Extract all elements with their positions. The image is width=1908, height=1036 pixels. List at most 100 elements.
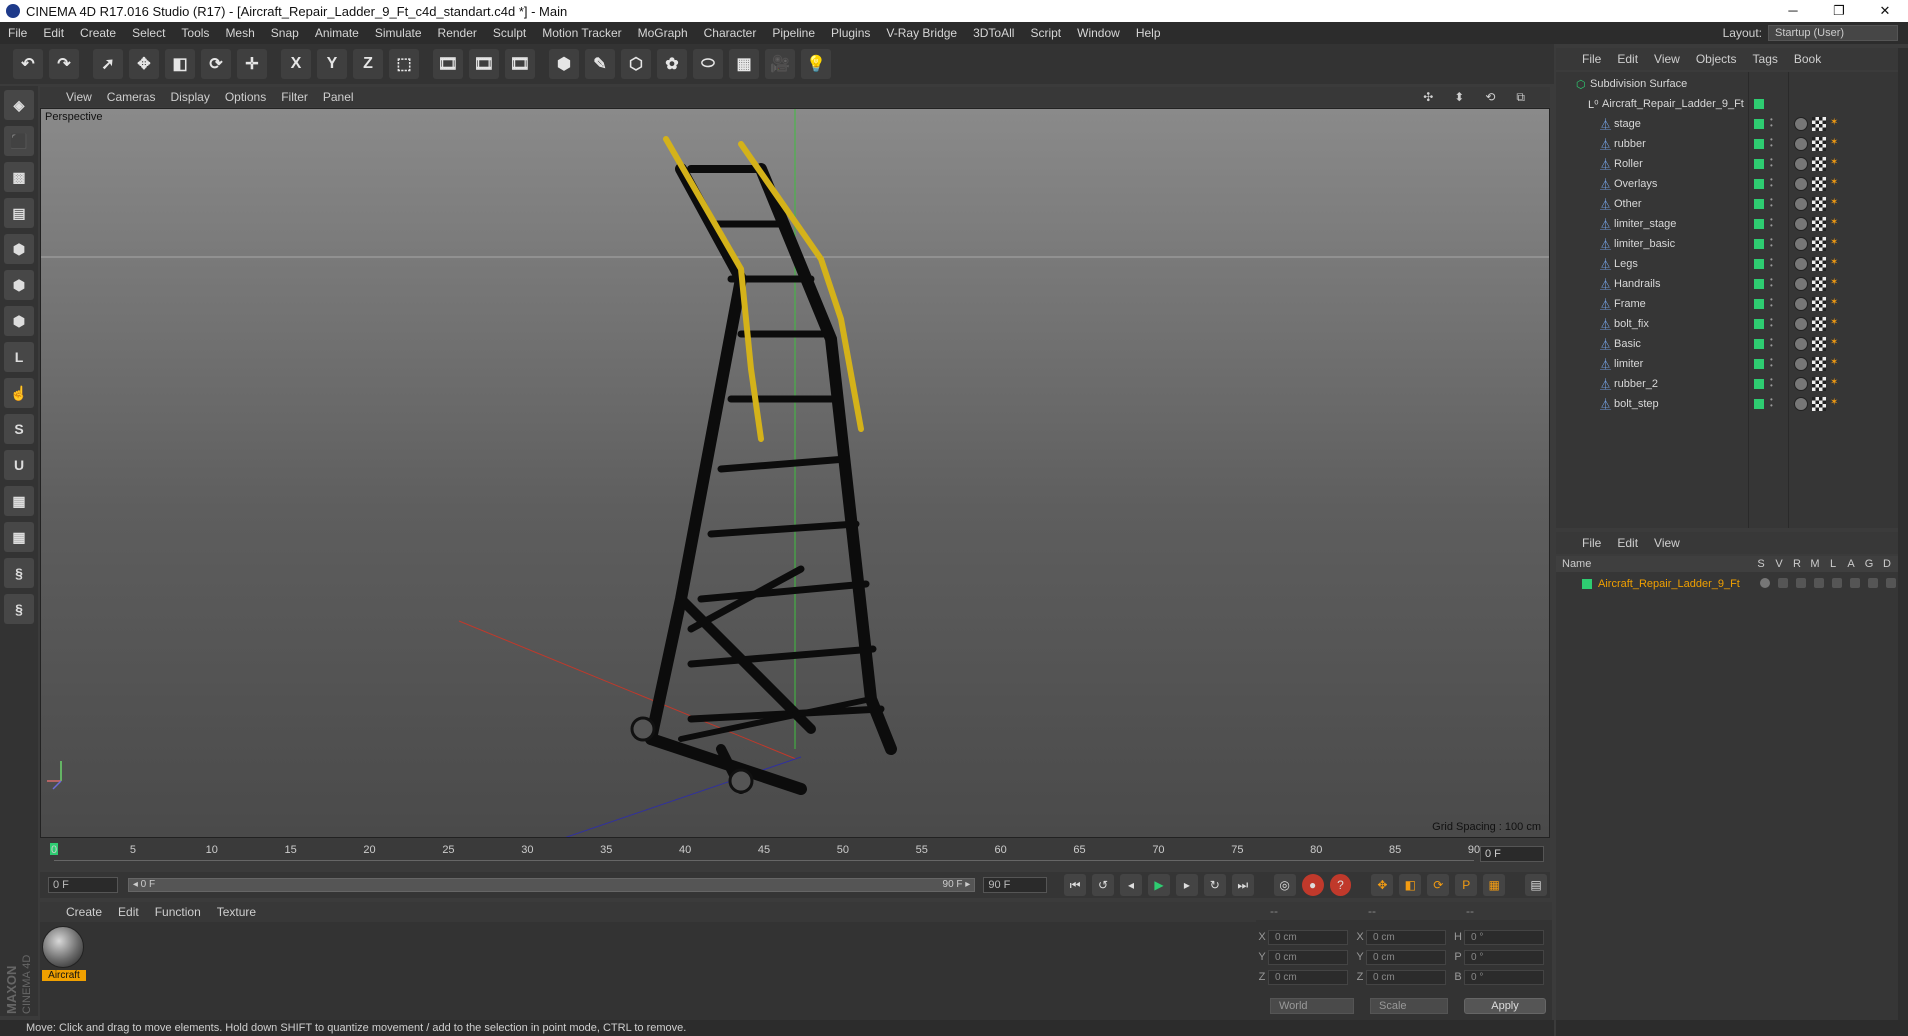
coord-transform-dropdown[interactable]: Scale xyxy=(1370,998,1448,1014)
cube-button[interactable]: ⬢ xyxy=(549,49,579,79)
object-row-legs[interactable]: ⏅ Legs • • ✶ xyxy=(1556,254,1898,274)
record-button[interactable]: ◎ xyxy=(1273,874,1296,896)
prev-frame-button[interactable]: ◂ xyxy=(1120,874,1142,896)
selection-tag-icon[interactable]: ✶ xyxy=(1830,237,1842,249)
texture-tag-icon[interactable] xyxy=(1812,357,1826,371)
selection-tag-icon[interactable]: ✶ xyxy=(1830,377,1842,389)
texture-tag-icon[interactable] xyxy=(1812,217,1826,231)
render-picture-button[interactable]: 🎞 xyxy=(469,49,499,79)
coord-size-field[interactable]: 0 cm xyxy=(1366,929,1446,945)
selection-tag-icon[interactable]: ✶ xyxy=(1830,317,1842,329)
material-tag-icon[interactable] xyxy=(1794,177,1808,191)
material-menu-function[interactable]: Function xyxy=(155,905,201,919)
frame-range-slider[interactable]: ◂ 0 F 90 F ▸ xyxy=(127,878,976,892)
menu-sculpt[interactable]: Sculpt xyxy=(485,26,534,40)
texture-mode-button[interactable]: ▩ xyxy=(4,162,34,192)
current-frame-field[interactable]: 0 F xyxy=(1480,846,1544,862)
viewport-menu-options[interactable]: Options xyxy=(225,90,266,104)
layer-column-name[interactable]: Name xyxy=(1556,558,1752,570)
object-menu-book[interactable]: Book xyxy=(1794,52,1821,66)
menu-v-ray-bridge[interactable]: V-Ray Bridge xyxy=(878,26,965,40)
x-axis-button[interactable]: X xyxy=(281,49,311,79)
menu-3dtoall[interactable]: 3DToAll xyxy=(965,26,1022,40)
menu-file[interactable]: File xyxy=(0,26,35,40)
object-row-limiter-stage[interactable]: ⏅ limiter_stage • • ✶ xyxy=(1556,214,1898,234)
layer-column-v[interactable]: V xyxy=(1770,558,1788,570)
object-row-bolt-fix[interactable]: ⏅ bolt_fix • • ✶ xyxy=(1556,314,1898,334)
viewport-menu-panel[interactable]: Panel xyxy=(323,90,354,104)
object-row-other[interactable]: ⏅ Other • • ✶ xyxy=(1556,194,1898,214)
selection-tag-icon[interactable]: ✶ xyxy=(1830,197,1842,209)
coord-rotation-field[interactable]: 0 ° xyxy=(1464,929,1544,945)
material-tag-icon[interactable] xyxy=(1794,317,1808,331)
menu-tools[interactable]: Tools xyxy=(173,26,217,40)
texture-tag-icon[interactable] xyxy=(1812,317,1826,331)
selection-tag-icon[interactable]: ✶ xyxy=(1830,357,1842,369)
viewport-nav-icon-1[interactable]: ⬍ xyxy=(1454,90,1464,105)
texture-tag-icon[interactable] xyxy=(1812,137,1826,151)
texture-tag-icon[interactable] xyxy=(1812,117,1826,131)
object-menu-objects[interactable]: Objects xyxy=(1696,52,1737,66)
coord-position-field[interactable]: 0 cm xyxy=(1268,929,1348,945)
visibility-dots[interactable]: • • xyxy=(1770,116,1776,130)
visibility-dots[interactable]: • • xyxy=(1770,276,1776,290)
sculpt-lock-button[interactable]: ▦ xyxy=(4,522,34,552)
viewport-menu-filter[interactable]: Filter xyxy=(281,90,308,104)
layer-toggle-icon[interactable] xyxy=(1850,578,1860,588)
layer-column-d[interactable]: D xyxy=(1878,558,1896,570)
viewport-nav-icon-3[interactable]: ⧉ xyxy=(1516,90,1525,105)
visibility-dots[interactable]: • • xyxy=(1770,156,1776,170)
model-mode-button[interactable]: ⬛ xyxy=(4,126,34,156)
prev-key-button[interactable]: ↺ xyxy=(1092,874,1115,896)
layer-row[interactable]: Aircraft_Repair_Ladder_9_Ft xyxy=(1556,574,1898,594)
menu-help[interactable]: Help xyxy=(1128,26,1169,40)
object-row-rubber[interactable]: ⏅ rubber • • ✶ xyxy=(1556,134,1898,154)
render-settings-button[interactable]: 🎞 xyxy=(505,49,535,79)
menu-plugins[interactable]: Plugins xyxy=(823,26,878,40)
layout-dropdown[interactable]: Startup (User) xyxy=(1768,25,1898,41)
pen-button[interactable]: ✎ xyxy=(585,49,615,79)
viewport-menu-view[interactable]: View xyxy=(66,90,92,104)
material-tag-icon[interactable] xyxy=(1794,217,1808,231)
object-row-limiter[interactable]: ⏅ limiter • • ✶ xyxy=(1556,354,1898,374)
object-row-group[interactable]: L⁰ Aircraft_Repair_Ladder_9_Ft xyxy=(1556,94,1898,114)
deformer-button[interactable]: ⬭ xyxy=(693,49,723,79)
menu-create[interactable]: Create xyxy=(72,26,124,40)
layer-toggle-icon[interactable] xyxy=(1832,578,1842,588)
texture-tag-icon[interactable] xyxy=(1812,237,1826,251)
viewport-menu-cameras[interactable]: Cameras xyxy=(107,90,156,104)
selection-tag-icon[interactable]: ✶ xyxy=(1830,117,1842,129)
move-button[interactable]: ✥ xyxy=(129,49,159,79)
layer-column-r[interactable]: R xyxy=(1788,558,1806,570)
light-button[interactable]: 💡 xyxy=(801,49,831,79)
next-frame-button[interactable]: ▸ xyxy=(1175,874,1198,896)
viewport-nav-icon-2[interactable]: ⟲ xyxy=(1485,90,1495,105)
make-editable-button[interactable]: ◈ xyxy=(4,90,34,120)
material-tag-icon[interactable] xyxy=(1794,257,1808,271)
material-tag-icon[interactable] xyxy=(1794,297,1808,311)
next-key-button[interactable]: ↻ xyxy=(1203,874,1226,896)
material-tag-icon[interactable] xyxy=(1794,397,1808,411)
coord-rotation-field[interactable]: 0 ° xyxy=(1464,949,1544,965)
coord-size-field[interactable]: 0 cm xyxy=(1366,949,1446,965)
material-tag-icon[interactable] xyxy=(1794,117,1808,131)
material-tag-icon[interactable] xyxy=(1794,237,1808,251)
floor-button[interactable]: ▦ xyxy=(729,49,759,79)
viewport-nav-icon-0[interactable]: ✣ xyxy=(1423,90,1433,105)
visibility-dots[interactable]: • • xyxy=(1770,316,1776,330)
material-swatch[interactable]: Aircraft xyxy=(42,926,86,986)
selection-tag-icon[interactable]: ✶ xyxy=(1830,337,1842,349)
menu-pipeline[interactable]: Pipeline xyxy=(764,26,823,40)
visibility-dots[interactable]: • • xyxy=(1770,236,1776,250)
selection-tag-icon[interactable]: ✶ xyxy=(1830,217,1842,229)
texture-tag-icon[interactable] xyxy=(1812,377,1826,391)
coord-size-field[interactable]: 0 cm xyxy=(1366,969,1446,985)
layer-toggle-icon[interactable] xyxy=(1778,578,1788,588)
sculpt-grid-button[interactable]: ▦ xyxy=(4,486,34,516)
menu-mograph[interactable]: MoGraph xyxy=(630,26,696,40)
coordinate-button[interactable]: ⬚ xyxy=(389,49,419,79)
redo-button[interactable]: ↷ xyxy=(49,49,79,79)
object-menu-file[interactable]: File xyxy=(1582,52,1601,66)
visibility-dots[interactable]: • • xyxy=(1770,336,1776,350)
coord-position-field[interactable]: 0 cm xyxy=(1268,949,1348,965)
